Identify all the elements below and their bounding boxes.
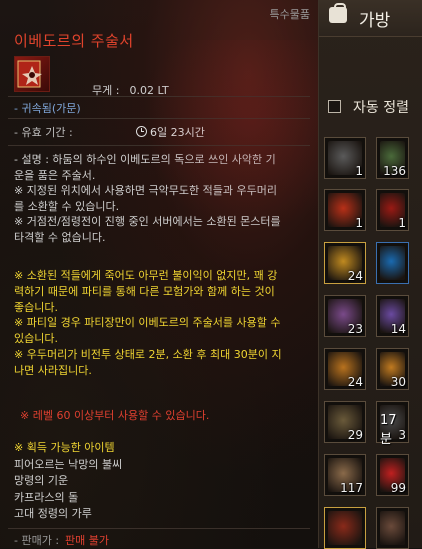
- slot-quantity: 1: [398, 216, 406, 230]
- bag-title: 가방: [359, 11, 391, 31]
- warning-line: 력하기 때문에 파티를 통해 다른 모험가와 함께 하는 것이: [14, 284, 275, 298]
- item-category: 특수물품: [269, 8, 310, 21]
- warning-line: 좋습니다.: [14, 300, 58, 314]
- inventory-slot[interactable]: 1: [376, 189, 409, 231]
- inventory-slot[interactable]: 99: [376, 454, 409, 496]
- item-warnings: ※ 소환된 적들에게 죽어도 아무런 불이익이 없지만, 꽤 강 력하기 때문에…: [14, 268, 306, 379]
- inventory-slot[interactable]: [376, 507, 409, 549]
- auto-sort-toggle[interactable]: 자동 정렬: [319, 96, 422, 118]
- price-row: - 판매가 : 판매 불가: [14, 532, 109, 548]
- bag-panel: 가방 자동 정렬 1 136 1 1 24 23 14 24 30 29 17분 3 117 99: [319, 0, 422, 549]
- inventory-slot[interactable]: 136: [376, 137, 409, 179]
- inventory-slot[interactable]: 24: [324, 242, 366, 284]
- description-line: 타격할 수 없습니다.: [14, 230, 106, 244]
- obtainable-item: 카프라스의 돌: [14, 490, 79, 504]
- treasure-chest-icon: [328, 511, 362, 545]
- price-label: - 판매가 :: [14, 534, 60, 547]
- item-description: - 설명 : 하둠의 하수인 이베도르의 독으로 쓰인 사악한 기 운을 품은 …: [14, 152, 304, 245]
- obtainable-item: 고대 정령의 가루: [14, 507, 92, 520]
- divider: [8, 145, 310, 146]
- level-requirement: ※ 레벨 60 이상부터 사용할 수 있습니다.: [20, 409, 210, 422]
- divider: [8, 118, 310, 119]
- price-value: 판매 불가: [65, 534, 110, 547]
- obtainable-items: ※ 획득 가능한 아이템 피어오르는 낙망의 불씨 망령의 기운 카프라스의 돌…: [14, 440, 122, 523]
- inventory-slot[interactable]: [376, 242, 409, 284]
- item-title: 이베도르의 주술서: [14, 32, 134, 50]
- slot-quantity: 3: [398, 428, 406, 442]
- divider: [8, 96, 310, 97]
- slot-quantity: 1: [355, 164, 363, 178]
- slot-quantity: 24: [347, 375, 363, 389]
- item-tooltip: 특수물품 이베도르의 주술서 무게 :0.02 LT - 귀속됨(가문) - 유…: [0, 0, 319, 548]
- bag-icon: [329, 3, 347, 23]
- inventory-slot[interactable]: 23: [324, 295, 366, 337]
- bag-header[interactable]: 가방: [319, 0, 422, 37]
- inventory-slot[interactable]: 30: [376, 348, 409, 390]
- inventory-slot[interactable]: 1: [324, 189, 366, 231]
- inventory-slot[interactable]: [324, 507, 366, 549]
- slot-quantity: 14: [390, 322, 406, 336]
- spellbook-icon: [14, 56, 50, 92]
- inventory-slot[interactable]: 17분 3: [376, 401, 409, 447]
- slot-quantity: 99: [390, 481, 406, 495]
- sword-icon: [380, 511, 405, 545]
- expire-row: - 유효 기간 : 6일 23시간: [14, 124, 205, 140]
- description-line: ※ 거점전/점령전이 진행 중인 서버에서는 소환된 몬스터를: [14, 215, 281, 228]
- slot-quantity: 30: [390, 375, 406, 389]
- divider: [8, 528, 310, 529]
- inventory-slot[interactable]: 29: [324, 401, 366, 443]
- slot-quantity: 136: [383, 164, 406, 178]
- inventory-slot[interactable]: 14: [376, 295, 409, 337]
- slot-quantity: 29: [347, 428, 363, 442]
- warning-line: ※ 소환된 적들에게 죽어도 아무런 불이익이 없지만, 꽤 강: [14, 269, 278, 282]
- obtainable-item: 피어오르는 낙망의 불씨: [14, 457, 123, 471]
- expire-label: - 유효 기간 :: [14, 126, 73, 139]
- inventory-slot[interactable]: 117: [324, 454, 366, 496]
- description-line: - 설명 : 하둠의 하수인 이베도르의 독으로 쓰인 사악한 기: [14, 153, 276, 166]
- slot-quantity: 23: [347, 322, 363, 336]
- blue-crystal-icon: [380, 246, 405, 280]
- expire-value-wrap: 6일 23시간: [136, 124, 205, 140]
- warning-line: ※ 우두머리가 비전투 상태로 2분, 소환 후 최대 30분이 지: [14, 347, 282, 361]
- obtainable-heading: ※ 획득 가능한 아이템: [14, 441, 115, 454]
- slot-quantity: 1: [355, 216, 363, 230]
- expire-value: 6일 23시간: [150, 126, 205, 139]
- slot-quantity: 24: [347, 269, 363, 283]
- warning-line: 있습니다.: [14, 332, 58, 346]
- clock-icon: [136, 126, 147, 137]
- description-line: ※ 지정된 위치에서 사용하면 극악무도한 적들과 우두머리: [14, 184, 277, 197]
- slot-quantity: 117: [340, 481, 363, 495]
- inventory-slot[interactable]: 1: [324, 137, 366, 179]
- warning-line: 나면 사라집니다.: [14, 363, 92, 377]
- auto-sort-label: 자동 정렬: [353, 100, 409, 116]
- description-line: 를 소환할 수 있습니다.: [14, 199, 120, 213]
- inventory-slot[interactable]: 24: [324, 348, 366, 390]
- obtainable-item: 망령의 기운: [14, 474, 69, 487]
- description-line: 운을 품은 주술서.: [14, 168, 96, 182]
- warning-line: ※ 파티일 경우 파티장만이 이베도르의 주술서를 사용할 수: [14, 316, 281, 330]
- bound-status: - 귀속됨(가문): [14, 102, 81, 115]
- auto-sort-checkbox[interactable]: [328, 100, 341, 113]
